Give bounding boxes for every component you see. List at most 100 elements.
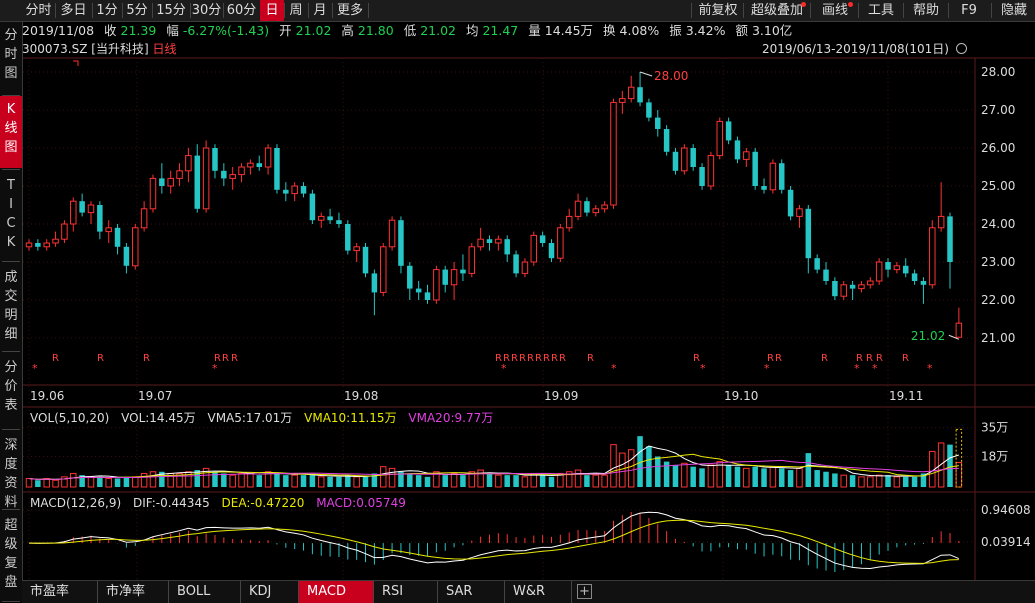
event-marker-star-icon: * <box>854 362 860 375</box>
candlestick <box>495 235 502 251</box>
candle-body <box>379 246 387 293</box>
candle-body <box>424 292 431 300</box>
candlestick <box>574 193 582 221</box>
candlestick <box>212 144 218 179</box>
candle-body <box>743 151 750 160</box>
candlestick <box>530 231 538 266</box>
candlestick <box>681 144 688 175</box>
volume-bar <box>574 469 582 488</box>
candle-body <box>468 246 476 274</box>
candlestick <box>468 243 476 278</box>
candlestick <box>415 281 422 300</box>
candlestick <box>955 307 963 338</box>
candlestick <box>584 197 590 217</box>
candlestick <box>221 163 227 186</box>
tab-rsi[interactable]: RSI <box>374 581 438 603</box>
candlestick <box>947 212 953 289</box>
candle-body <box>574 200 582 217</box>
volume-bar <box>123 476 130 487</box>
date-tick-label: 19.08 <box>344 389 378 403</box>
candle-body <box>221 170 227 179</box>
candlestick <box>699 163 705 190</box>
candlestick <box>433 265 440 304</box>
event-marker-r: R <box>222 353 229 364</box>
kline-chart[interactable]: 28.00 27.00 26.00 25.00 24.00 23.00 22.00 21.00… <box>0 0 1035 580</box>
candlestick <box>159 163 165 194</box>
candle-body <box>814 258 820 270</box>
volume-bar <box>814 470 820 487</box>
dea-value: DEA:-0.47220 <box>221 496 305 510</box>
volume-bar <box>840 474 847 488</box>
candlestick <box>646 98 652 122</box>
candle-body <box>371 273 378 293</box>
volume-bar <box>690 466 696 487</box>
candle-body <box>247 162 254 168</box>
candlestick <box>317 212 325 228</box>
candle-body <box>787 189 794 217</box>
price-tick-label: 25.00 <box>981 179 1015 193</box>
tab-boll[interactable]: BOLL <box>169 581 241 603</box>
tab-wr[interactable]: W&R <box>505 581 572 603</box>
candle-body <box>264 147 272 168</box>
volume-bar <box>655 456 661 487</box>
event-marker-r: R <box>551 353 558 364</box>
candle-body <box>25 242 33 248</box>
tab-kdj[interactable]: KDJ <box>241 581 299 603</box>
event-marker-r: R <box>821 353 828 364</box>
volume-bar <box>291 474 298 488</box>
candlestick <box>619 91 626 114</box>
tab-pe[interactable]: 市盈率 <box>22 581 98 603</box>
candle-body <box>947 216 953 262</box>
candlestick <box>300 182 307 198</box>
candle-body <box>176 170 183 179</box>
candlestick <box>867 277 874 289</box>
volume-bar <box>601 474 608 488</box>
candlestick <box>25 239 33 251</box>
candle-body <box>663 129 670 152</box>
volume-bar <box>805 453 812 487</box>
add-indicator-icon[interactable]: + <box>577 584 592 599</box>
volume-bar <box>407 473 413 487</box>
candle-body <box>291 185 298 195</box>
event-marker-r: R <box>231 353 238 364</box>
volume-bar <box>885 475 891 487</box>
candlestick <box>70 197 77 232</box>
volume-bar <box>362 476 369 487</box>
dif-line <box>28 511 960 569</box>
candlestick <box>229 167 236 190</box>
candle-body <box>752 151 758 186</box>
volume-bar <box>619 452 626 488</box>
volume-bar <box>238 472 245 488</box>
candle-body <box>433 269 440 301</box>
tab-macd[interactable]: MACD <box>299 581 374 603</box>
event-marker-r: R <box>535 353 542 364</box>
volume-bar <box>849 475 856 487</box>
candle-body <box>627 86 635 100</box>
candle-body <box>672 151 679 171</box>
candlestick <box>398 216 404 274</box>
candle-body <box>362 246 369 274</box>
high-annotation: 28.00 <box>654 69 688 83</box>
candlestick <box>929 220 936 289</box>
volume-bar <box>707 464 715 488</box>
event-marker-r: R <box>543 353 550 364</box>
price-tick-label: 26.00 <box>981 141 1015 155</box>
candle-body <box>61 223 68 240</box>
candle-body <box>920 281 927 285</box>
candlestick <box>52 231 59 247</box>
candlestick <box>778 159 785 194</box>
tab-sar[interactable]: SAR <box>438 581 505 603</box>
candlestick <box>920 277 927 304</box>
candlestick <box>114 224 121 255</box>
volume-bar <box>105 478 112 488</box>
candle-body <box>212 148 218 171</box>
volume-bar <box>442 475 448 487</box>
event-marker-star-icon: * <box>872 362 878 375</box>
volume-bar <box>212 471 218 487</box>
candle-body <box>725 121 732 141</box>
tab-pb[interactable]: 市净率 <box>98 581 169 603</box>
candlestick <box>849 281 856 300</box>
volume-bar <box>787 470 794 487</box>
candlestick <box>424 284 431 304</box>
event-marker-r: R <box>559 353 566 364</box>
